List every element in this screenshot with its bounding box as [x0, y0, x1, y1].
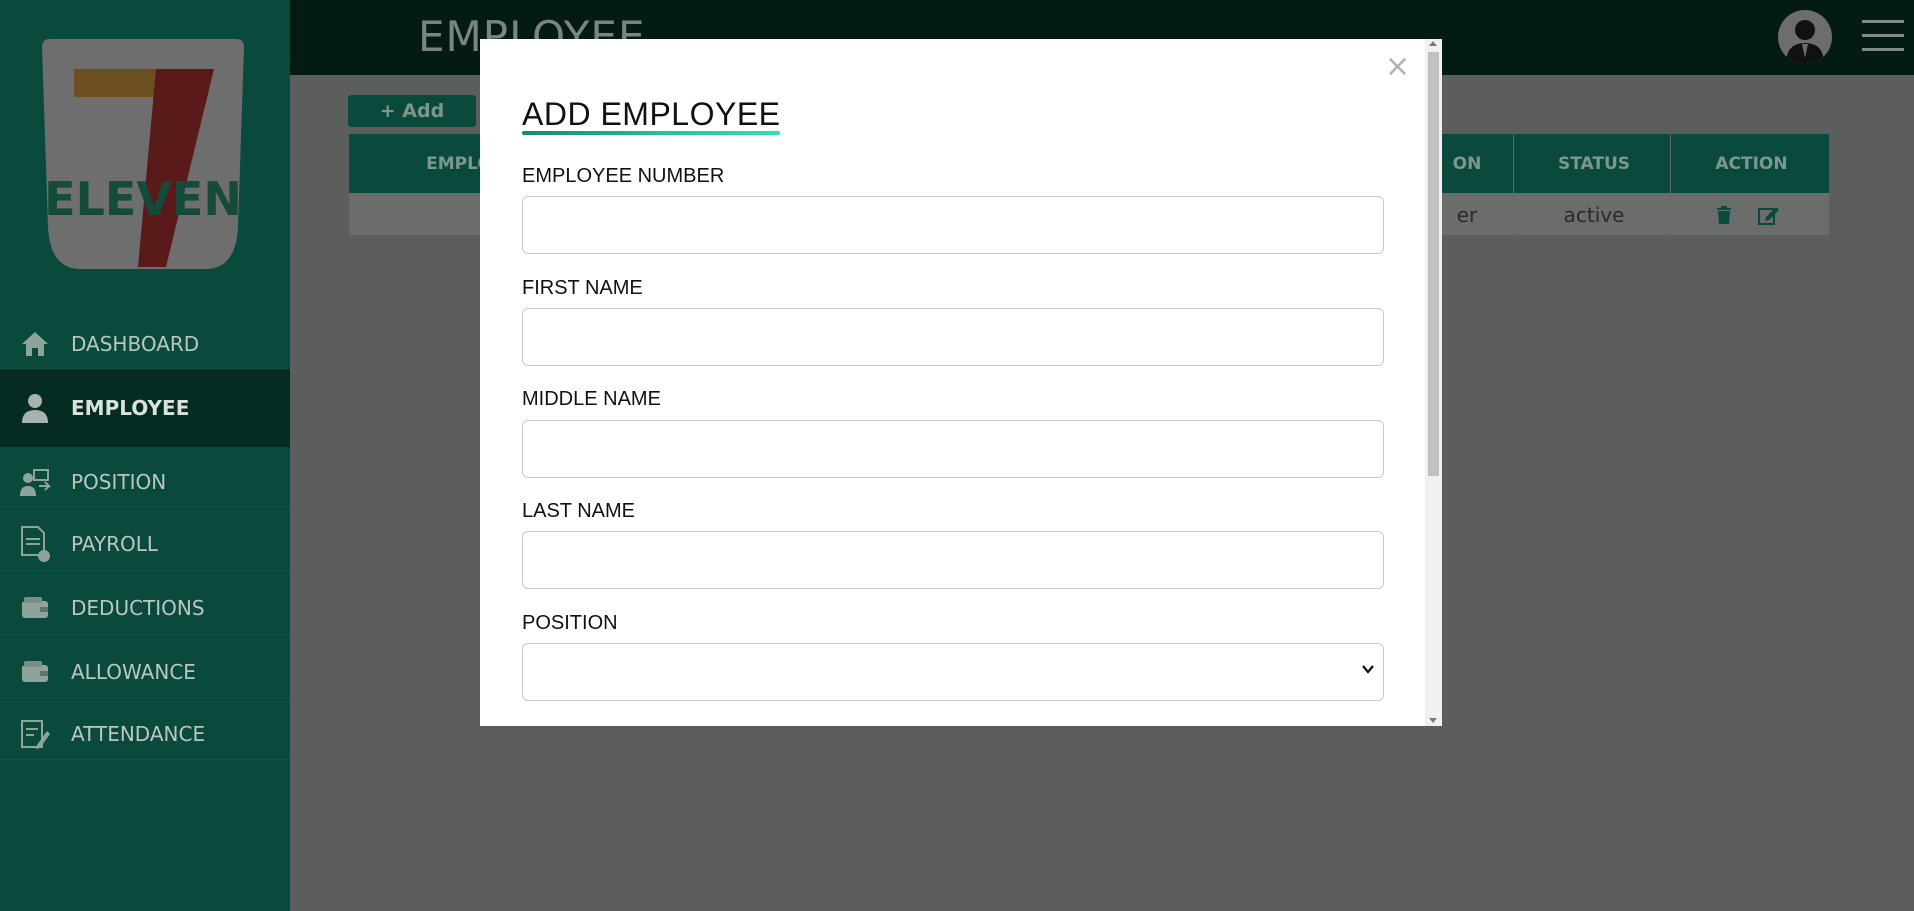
- attendance-icon: [18, 717, 52, 751]
- column-header-status: STATUS: [1557, 153, 1630, 174]
- sidebar: ELEVEN DASHBOARD EMPLOYEE POSITION PAYRO…: [0, 0, 290, 911]
- sidebar-item-label: ATTENDANCE: [71, 722, 206, 746]
- seven-eleven-logo: ELEVEN: [38, 37, 248, 275]
- menu-icon[interactable]: [1862, 20, 1904, 54]
- column-header-action: ACTION: [1715, 153, 1788, 174]
- sidebar-item-label: ALLOWANCE: [71, 660, 196, 684]
- scrollbar-thumb[interactable]: [1428, 52, 1439, 476]
- last-name-label: LAST NAME: [522, 500, 635, 522]
- employee-number-label: EMPLOYEE NUMBER: [522, 165, 725, 187]
- add-employee-modal: × ADD EMPLOYEE EMPLOYEE NUMBER FIRST NAM…: [480, 39, 1442, 726]
- sidebar-item-allowance[interactable]: ALLOWANCE: [0, 648, 290, 696]
- wallet-icon: [18, 655, 52, 689]
- sidebar-item-deductions[interactable]: DEDUCTIONS: [0, 584, 290, 632]
- close-icon[interactable]: ×: [1385, 49, 1410, 84]
- sidebar-item-label: POSITION: [71, 470, 167, 494]
- home-icon: [18, 327, 52, 361]
- edit-icon[interactable]: [1754, 193, 1784, 236]
- payroll-icon: [18, 526, 52, 562]
- sidebar-item-label: DEDUCTIONS: [71, 596, 205, 620]
- position-icon: [18, 465, 52, 499]
- sidebar-item-payroll[interactable]: PAYROLL: [0, 520, 290, 568]
- scroll-up-arrow[interactable]: [1429, 41, 1437, 46]
- scroll-down-arrow[interactable]: [1429, 718, 1437, 723]
- avatar[interactable]: [1778, 10, 1832, 64]
- sidebar-item-dashboard[interactable]: DASHBOARD: [0, 320, 290, 368]
- svg-text:ELEVEN: ELEVEN: [44, 172, 242, 226]
- sidebar-item-label: DASHBOARD: [71, 332, 200, 356]
- wallet-icon: [18, 591, 52, 625]
- user-icon: [18, 391, 52, 425]
- sidebar-item-label: EMPLOYEE: [71, 396, 190, 420]
- sidebar-item-attendance[interactable]: ATTENDANCE: [0, 710, 290, 758]
- title-underline: [522, 131, 780, 135]
- first-name-label: FIRST NAME: [522, 277, 643, 299]
- sidebar-item-employee[interactable]: EMPLOYEE: [0, 369, 290, 447]
- last-name-field[interactable]: [522, 531, 1384, 589]
- add-employee-button[interactable]: + Add: [348, 95, 476, 127]
- sidebar-item-label: PAYROLL: [71, 532, 159, 556]
- delete-icon[interactable]: [1709, 193, 1739, 236]
- modal-title: ADD EMPLOYEE: [522, 96, 781, 132]
- sidebar-item-position[interactable]: POSITION: [0, 458, 290, 506]
- middle-name-field[interactable]: [522, 420, 1384, 478]
- position-select[interactable]: [522, 643, 1384, 701]
- position-cell: er: [1456, 202, 1478, 227]
- position-label: POSITION: [522, 612, 618, 634]
- chevron-down-icon: [1362, 665, 1374, 674]
- employee-number-field[interactable]: [522, 196, 1384, 254]
- status-cell: active: [1563, 202, 1625, 227]
- column-header-position: ON: [1452, 153, 1482, 174]
- middle-name-label: MIDDLE NAME: [522, 388, 661, 410]
- first-name-field[interactable]: [522, 308, 1384, 366]
